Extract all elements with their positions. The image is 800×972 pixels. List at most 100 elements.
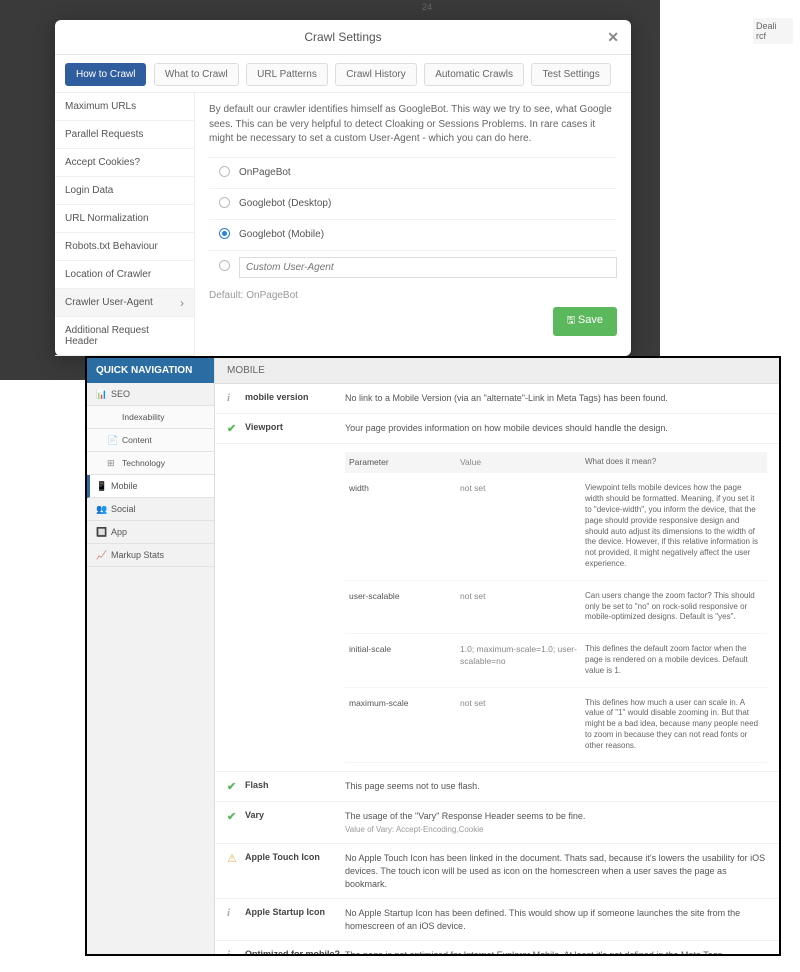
vp-value: not set (460, 698, 585, 752)
status-icon: ✔ (227, 780, 245, 793)
row-label: Optimized for mobile?(IE Mobile) (245, 949, 345, 954)
mobile-row: ✔ViewportYour page provides information … (215, 414, 779, 444)
description-text: By default our crawler identifies himsel… (209, 103, 617, 147)
status-icon: i (227, 392, 245, 405)
vp-param: user-scalable (345, 591, 460, 623)
bg-snippet: Dealircf (753, 18, 793, 44)
sidebar-maximum-urls[interactable]: Maximum URLs (55, 93, 194, 121)
qn-item-markup-stats[interactable]: 📈 Markup Stats (87, 544, 214, 567)
mobile-row: ✔VaryThe usage of the "Vary" Response He… (215, 802, 779, 845)
vp-meaning: Can users change the zoom factor? This s… (585, 591, 767, 623)
radio-label: Googlebot (Desktop) (239, 198, 331, 209)
modal-header: Crawl Settings ✕ (55, 20, 631, 55)
row-value: No Apple Startup Icon has been defined. … (345, 907, 767, 932)
tab-test-settings[interactable]: Test Settings (531, 63, 610, 86)
sidebar-parallel-requests[interactable]: Parallel Requests (55, 121, 194, 149)
vp-meaning: This defines the default zoom factor whe… (585, 644, 767, 676)
row-value: No Apple Touch Icon has been linked in t… (345, 852, 767, 890)
vp-row: maximum-scalenot setThis defines how muc… (345, 688, 767, 763)
mobile-row: iOptimized for mobile?(IE Mobile)The pag… (215, 941, 779, 954)
sidebar-request-header[interactable]: Additional Request Header (55, 317, 194, 356)
sidebar-url-normalization[interactable]: URL Normalization (55, 205, 194, 233)
radio-label: OnPageBot (239, 167, 291, 178)
row-label: Apple Touch Icon (245, 852, 345, 890)
mobile-seo-panel: QUICK NAVIGATION 📊SEOIndexability📄Conten… (85, 356, 781, 956)
main-content: MOBILE imobile versionNo link to a Mobil… (215, 358, 779, 954)
nav-icon: 📊 (96, 390, 105, 399)
nav-icon: 🔲 (96, 528, 105, 537)
radio-onpagebot[interactable]: OnPageBot (209, 157, 617, 188)
vp-header-row: ParameterValueWhat does it mean? (345, 452, 767, 474)
vp-value: 1.0; maximum-scale=1.0; user-scalable=no (460, 644, 585, 676)
status-icon: ✔ (227, 810, 245, 836)
sidebar-robots-txt[interactable]: Robots.txt Behaviour (55, 233, 194, 261)
vp-param: initial-scale (345, 644, 460, 676)
viewport-table: ParameterValueWhat does it mean?widthnot… (345, 452, 767, 763)
vp-row: initial-scale1.0; maximum-scale=1.0; use… (345, 634, 767, 687)
radio-googlebot-mobile[interactable]: Googlebot (Mobile) (209, 219, 617, 250)
custom-user-agent-input[interactable] (239, 257, 617, 278)
quick-navigation: QUICK NAVIGATION 📊SEOIndexability📄Conten… (87, 358, 215, 954)
vp-meaning: This defines how much a user can scale i… (585, 698, 767, 752)
status-icon: i (227, 907, 245, 932)
tab-automatic-crawls[interactable]: Automatic Crawls (424, 63, 524, 86)
status-icon: i (227, 949, 245, 954)
crawl-settings-modal: Crawl Settings ✕ How to Crawl What to Cr… (55, 20, 631, 356)
row-value: The usage of the "Vary" Response Header … (345, 810, 767, 836)
modal-tabs: How to Crawl What to Crawl URL Patterns … (55, 55, 631, 93)
modal-content: By default our crawler identifies himsel… (195, 93, 631, 356)
nav-icon: 👥 (96, 505, 105, 514)
mobile-row: iApple Startup IconNo Apple Startup Icon… (215, 899, 779, 941)
vp-meaning: Viewpoint tells mobile devices how the p… (585, 483, 767, 569)
viewport-table-section: ParameterValueWhat does it mean?widthnot… (215, 444, 779, 772)
qn-item-content[interactable]: 📄 Content (87, 429, 214, 452)
qn-item-mobile[interactable]: 📱 Mobile (87, 475, 214, 498)
row-label: mobile version (245, 392, 345, 405)
row-label: Vary (245, 810, 345, 836)
qn-item-technology[interactable]: ⊞ Technology (87, 452, 214, 475)
nav-icon: ⊞ (107, 459, 116, 468)
tab-crawl-history[interactable]: Crawl History (335, 63, 416, 86)
status-icon: ✔ (227, 422, 245, 435)
qn-item-social[interactable]: 👥Social (87, 498, 214, 521)
tab-what-to-crawl[interactable]: What to Crawl (154, 63, 239, 86)
vp-row: widthnot setViewpoint tells mobile devic… (345, 473, 767, 580)
nav-icon (107, 413, 116, 422)
radio-label: Googlebot (Mobile) (239, 229, 324, 240)
nav-label: SEO (111, 389, 130, 399)
nav-label: Markup Stats (111, 550, 164, 560)
nav-label: Technology (122, 458, 165, 468)
tab-url-patterns[interactable]: URL Patterns (246, 63, 328, 86)
nav-icon: 📄 (107, 436, 116, 445)
row-value: No link to a Mobile Version (via an "alt… (345, 392, 767, 405)
nav-icon: 📈 (96, 551, 105, 560)
nav-label: Mobile (111, 481, 138, 491)
qn-item-seo[interactable]: 📊 SEO (87, 383, 214, 406)
sidebar-accept-cookies[interactable]: Accept Cookies? (55, 149, 194, 177)
sidebar-user-agent[interactable]: Crawler User-Agent (55, 289, 194, 317)
modal-sidebar: Maximum URLs Parallel Requests Accept Co… (55, 93, 195, 356)
tab-how-to-crawl[interactable]: How to Crawl (65, 63, 146, 86)
close-icon[interactable]: ✕ (607, 29, 619, 46)
mobile-row: ⚠Apple Touch IconNo Apple Touch Icon has… (215, 844, 779, 899)
qn-item-indexability[interactable]: Indexability (87, 406, 214, 429)
row-label: Flash (245, 780, 345, 793)
row-label: Apple Startup Icon (245, 907, 345, 932)
mobile-row: imobile versionNo link to a Mobile Versi… (215, 384, 779, 414)
radio-googlebot-desktop[interactable]: Googlebot (Desktop) (209, 188, 617, 219)
qn-item-app[interactable]: 🔲 App (87, 521, 214, 544)
radio-custom[interactable] (209, 250, 617, 284)
bg-number: 24 (422, 2, 432, 12)
modal-title: Crawl Settings (69, 30, 617, 44)
nav-label: App (111, 527, 127, 537)
sidebar-location[interactable]: Location of Crawler (55, 261, 194, 289)
nav-label: Content (122, 435, 152, 445)
nav-icon: 📱 (96, 482, 105, 491)
nav-label: Indexability (122, 412, 165, 422)
status-icon: ⚠ (227, 852, 245, 890)
sidebar-login-data[interactable]: Login Data (55, 177, 194, 205)
save-button[interactable]: Save (553, 307, 617, 336)
mobile-row: ✔FlashThis page seems not to use flash. (215, 772, 779, 802)
row-label: Viewport (245, 422, 345, 435)
vp-row: user-scalablenot setCan users change the… (345, 581, 767, 634)
